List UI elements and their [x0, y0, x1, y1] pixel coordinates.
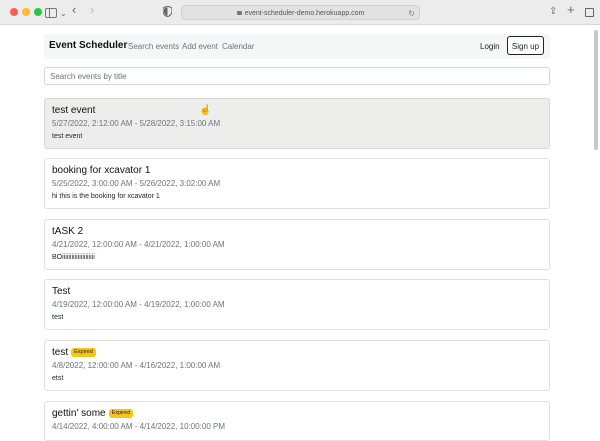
- event-description: BOiiiiiiiiiiiiiiiiiiiii: [52, 254, 95, 261]
- event-title: tASK 2: [52, 226, 84, 237]
- event-date: 4/19/2022, 12:00:00 AM - 4/19/2022, 1:00…: [52, 300, 225, 309]
- url-text: event-scheduler-demo.herokuapp.com: [244, 10, 365, 17]
- new-tab-icon[interactable]: +: [567, 3, 575, 17]
- event-card[interactable]: booking for xcavator 1 5/25/2022, 3:00:0…: [44, 158, 550, 209]
- nav-link-add-event[interactable]: Add event: [182, 42, 218, 51]
- event-card[interactable]: gettin' some Expired 4/14/2022, 4:00:00 A…: [44, 401, 550, 441]
- event-card[interactable]: Test 4/19/2022, 12:00:00 AM - 4/19/2022,…: [44, 279, 550, 330]
- shield-icon[interactable]: [163, 6, 172, 17]
- search-input[interactable]: [44, 67, 550, 85]
- expired-badge: Expired: [108, 409, 134, 418]
- event-date: 4/8/2022, 12:00:00 AM - 4/16/2022, 1:00:…: [52, 361, 221, 370]
- expired-badge: Expired: [71, 348, 96, 357]
- event-card[interactable]: test Expired 4/8/2022, 12:00:00 AM - 4/16…: [44, 340, 550, 391]
- event-title-row: gettin' some Expired: [52, 408, 134, 419]
- share-icon[interactable]: ⇪: [549, 5, 557, 19]
- brand-logo[interactable]: Event Scheduler: [49, 40, 127, 51]
- event-title: test event: [52, 105, 96, 116]
- minimize-window-button[interactable]: [22, 8, 30, 16]
- event-title-row: test Expired: [52, 347, 96, 358]
- top-navbar: Event Scheduler Search events Add event …: [44, 34, 550, 59]
- signup-button[interactable]: Sign up: [507, 36, 544, 55]
- page-scrollbar[interactable]: [594, 30, 598, 150]
- reload-icon[interactable]: ↻: [408, 6, 415, 21]
- event-title: gettin' some: [52, 408, 106, 419]
- nav-link-calendar[interactable]: Calendar: [222, 42, 254, 51]
- back-arrow-icon[interactable]: ‹: [72, 3, 76, 17]
- sidebar-toggle-icon[interactable]: [45, 8, 57, 18]
- chevron-down-icon[interactable]: ⌄: [60, 7, 67, 21]
- event-description: test event: [52, 133, 83, 140]
- close-window-button[interactable]: [10, 8, 18, 16]
- lock-icon: [236, 11, 242, 15]
- event-card[interactable]: test event 5/27/2022, 2:12:00 AM - 5/28/…: [44, 98, 550, 149]
- event-description: hi this is the booking for xcavator 1: [52, 193, 160, 200]
- zoom-window-button[interactable]: [34, 8, 42, 16]
- event-date: 5/27/2022, 2:12:00 AM - 5/28/2022, 3:15:…: [52, 119, 221, 128]
- event-date: 5/25/2022, 3:00:00 AM - 5/26/2022, 3:02:…: [52, 179, 221, 188]
- nav-link-search-events[interactable]: Search events: [128, 42, 179, 51]
- forward-arrow-icon[interactable]: ›: [90, 3, 94, 17]
- pointer-cursor-icon: ☝: [199, 105, 212, 116]
- login-link[interactable]: Login: [480, 42, 500, 51]
- event-title: booking for xcavator 1: [52, 165, 151, 176]
- event-description: test: [52, 314, 64, 321]
- event-description: etst: [52, 375, 64, 382]
- event-title: test: [52, 347, 69, 358]
- event-card[interactable]: tASK 2 4/21/2022, 12:00:00 AM - 4/21/202…: [44, 219, 550, 270]
- event-title: Test: [52, 286, 71, 297]
- tab-overview-icon[interactable]: [585, 8, 594, 17]
- event-date: 4/14/2022, 4:00:00 AM - 4/14/2022, 10:00…: [52, 422, 226, 431]
- browser-toolbar: ⌄ ‹ › event-scheduler-demo.herokuapp.com…: [0, 0, 600, 25]
- address-bar[interactable]: event-scheduler-demo.herokuapp.com ↻: [181, 5, 420, 20]
- event-date: 4/21/2022, 12:00:00 AM - 4/21/2022, 1:00…: [52, 240, 225, 249]
